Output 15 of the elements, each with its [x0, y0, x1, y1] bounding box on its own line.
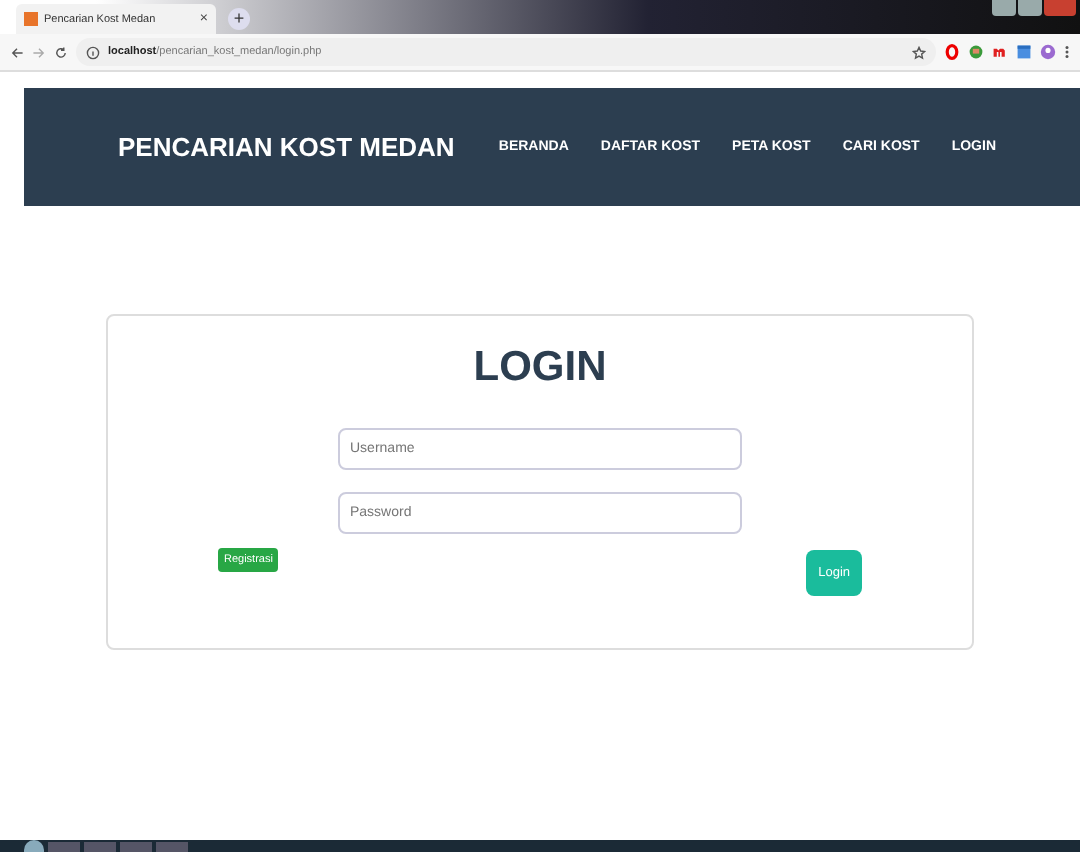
profile-icon[interactable] — [1040, 44, 1056, 60]
calendar-icon[interactable] — [1016, 44, 1032, 60]
star-icon[interactable] — [912, 45, 926, 59]
opera-icon[interactable] — [944, 44, 960, 60]
new-tab-button[interactable]: + — [228, 8, 250, 30]
login-title: LOGIN — [473, 344, 607, 392]
reload-icon[interactable] — [54, 45, 68, 59]
back-icon[interactable] — [10, 45, 24, 59]
favicon-icon — [24, 12, 38, 26]
site-brand[interactable]: PENCARIAN KOST MEDAN — [118, 132, 455, 162]
forward-icon[interactable] — [32, 45, 46, 59]
extension-icon[interactable] — [992, 44, 1008, 60]
info-icon — [86, 45, 100, 59]
menu-icon[interactable] — [1064, 44, 1070, 60]
start-button[interactable] — [24, 840, 44, 852]
